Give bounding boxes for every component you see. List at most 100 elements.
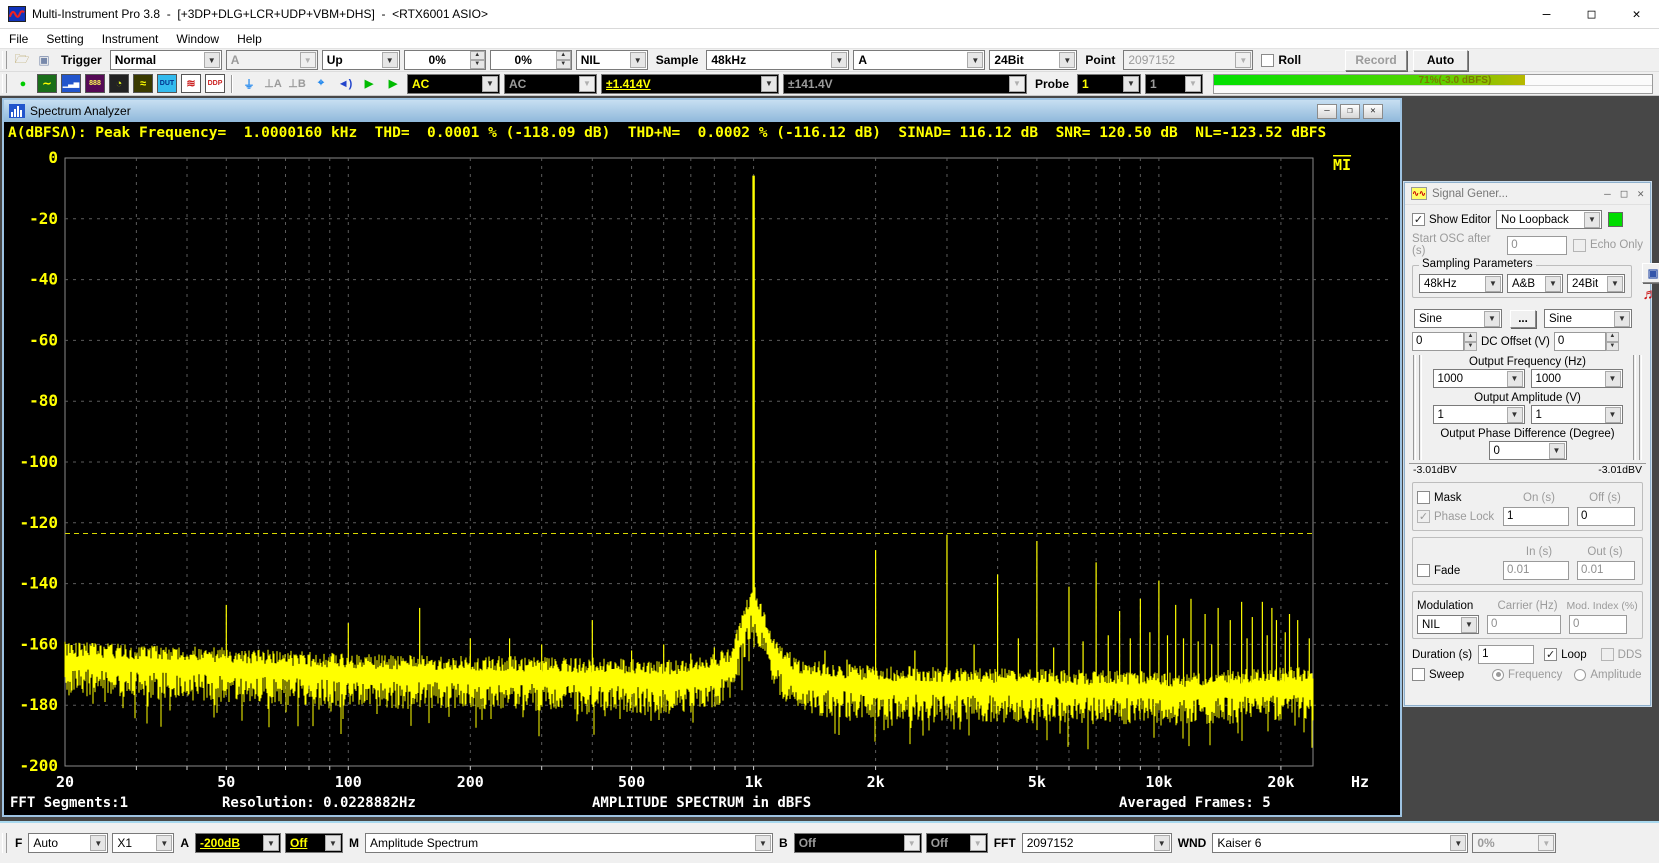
device-under-test-icon[interactable]: DUT: [157, 74, 177, 93]
a-ref-combo[interactable]: Off▼: [285, 833, 343, 853]
amplitude-slider-a[interactable]: [1413, 355, 1416, 460]
spectrum-restore-button[interactable]: ❐: [1340, 104, 1360, 119]
fade-checkbox[interactable]: Fade: [1417, 564, 1503, 577]
menu-file[interactable]: File: [0, 30, 37, 48]
speaker-icon[interactable]: ◄): [335, 74, 355, 93]
music-notes-icon[interactable]: ♬: [1639, 286, 1659, 303]
record-length-combo[interactable]: 2097152▼: [1123, 50, 1253, 70]
start-osc-field[interactable]: 0: [1507, 236, 1567, 255]
signal-generator-title-bar[interactable]: ∿∿ Signal Gener... — □ ✕: [1405, 183, 1650, 205]
range-b-combo[interactable]: ±141.4V▼: [783, 74, 1027, 94]
signal-generator-icon[interactable]: ∼: [37, 74, 57, 93]
roll-checkbox[interactable]: Roll: [1261, 53, 1301, 67]
toolbar-handle[interactable]: [2, 833, 7, 853]
sweep-checkbox[interactable]: Sweep: [1412, 668, 1492, 681]
dc-offset-a-spinner[interactable]: ▲▼: [1464, 332, 1477, 351]
menu-setting[interactable]: Setting: [37, 30, 92, 48]
modulation-type-combo[interactable]: NIL▼: [1417, 615, 1479, 634]
save-file-icon[interactable]: ▣: [34, 51, 54, 69]
coupling-b-combo[interactable]: AC▼: [504, 74, 597, 94]
dc-offset-b-spinner[interactable]: ▲▼: [1606, 332, 1619, 351]
fade-out-field[interactable]: 0.01: [1577, 561, 1635, 580]
amplitude-slider-b[interactable]: [1639, 355, 1642, 460]
mod-index-field[interactable]: 0: [1569, 615, 1627, 634]
maximize-button[interactable]: □: [1569, 0, 1614, 29]
zoom-combo[interactable]: X1▼: [112, 833, 174, 853]
fft-size-combo[interactable]: 2097152▼: [1022, 833, 1172, 853]
open-file-icon[interactable]: 🗁: [12, 51, 32, 69]
sound-pickup-icon[interactable]: ⌖: [311, 74, 331, 93]
sweep-amplitude-radio[interactable]: Amplitude: [1574, 669, 1641, 681]
phase-lock-checkbox[interactable]: ✓Phase Lock: [1417, 510, 1503, 523]
play-loop-icon[interactable]: ▶: [383, 74, 403, 93]
sample-channel-combo[interactable]: A▼: [853, 50, 985, 70]
frequency-b-combo[interactable]: 1000▼: [1531, 369, 1623, 388]
close-button[interactable]: ✕: [1614, 0, 1659, 29]
amplitude-slider-a2[interactable]: [1419, 355, 1422, 460]
toolbar-handle[interactable]: [2, 74, 7, 94]
spectrum-title-bar[interactable]: Spectrum Analyzer — ❐ ✕: [4, 100, 1400, 122]
mask-off-field[interactable]: 0: [1577, 507, 1635, 526]
more-waveform-button[interactable]: ...: [1510, 310, 1536, 328]
phase-combo[interactable]: 0▼: [1489, 441, 1567, 460]
siggen-sample-rate-combo[interactable]: 48kHz▼: [1419, 274, 1503, 293]
oscillator-run-button[interactable]: [1608, 212, 1623, 227]
menu-help[interactable]: Help: [228, 30, 271, 48]
device-test-plan-icon[interactable]: ◔: [109, 74, 129, 93]
fade-in-field[interactable]: 0.01: [1503, 561, 1569, 580]
loop-checkbox[interactable]: ✓Loop: [1544, 648, 1587, 661]
sample-rate-combo[interactable]: 48kHz▼: [706, 50, 849, 70]
amplitude-slider-b2[interactable]: [1633, 355, 1636, 460]
overlap-combo[interactable]: 0%▼: [1472, 833, 1556, 853]
trigger-delay-spinner[interactable]: 0%▲▼: [490, 50, 572, 70]
spectrum-3d-plot-icon[interactable]: ≋: [181, 74, 201, 93]
trigger-level-spinner[interactable]: 0%▲▼: [404, 50, 486, 70]
minimize-button[interactable]: —: [1524, 0, 1569, 29]
spectrum-analyzer-icon[interactable]: ▁▃▅: [61, 74, 81, 93]
waveform-a-combo[interactable]: Sine▼: [1414, 309, 1502, 328]
probe-a-combo[interactable]: 1▼: [1077, 74, 1141, 94]
amplitude-b-combo[interactable]: 1▼: [1531, 405, 1623, 424]
probe-a-icon[interactable]: ⊥A: [263, 74, 283, 93]
a-range-combo[interactable]: -200dB▼: [195, 833, 281, 853]
menu-instrument[interactable]: Instrument: [93, 30, 168, 48]
coupling-a-combo[interactable]: AC▼: [407, 74, 500, 94]
dds-checkbox[interactable]: DDS: [1601, 648, 1642, 661]
b-ref-combo[interactable]: Off▼: [926, 833, 988, 853]
mask-checkbox[interactable]: Mask: [1417, 491, 1503, 504]
hold-off-icon[interactable]: ⏚: [239, 74, 259, 93]
mask-on-field[interactable]: 1: [1503, 507, 1569, 526]
spectrum-minimize-button[interactable]: —: [1317, 104, 1337, 119]
range-a-combo[interactable]: ±1.414V▼: [601, 74, 779, 94]
dc-offset-b-field[interactable]: 0: [1554, 332, 1606, 351]
siggen-maximize-button[interactable]: □: [1621, 187, 1628, 200]
duration-field[interactable]: 1: [1478, 645, 1534, 664]
freq-axis-combo[interactable]: Auto▼: [28, 833, 108, 853]
record-button[interactable]: Record: [1345, 50, 1407, 71]
frequency-a-combo[interactable]: 1000▼: [1433, 369, 1525, 388]
spectrum-close-button[interactable]: ✕: [1363, 104, 1383, 119]
toolbar-handle[interactable]: [2, 51, 7, 70]
siggen-bits-combo[interactable]: 24Bit▼: [1567, 274, 1625, 293]
trigger-mode-combo[interactable]: Normal▼: [110, 50, 222, 70]
show-editor-checkbox[interactable]: ✓Show Editor: [1412, 213, 1491, 226]
carrier-field[interactable]: 0: [1487, 615, 1561, 634]
probe-b-combo[interactable]: 1▼: [1145, 74, 1203, 94]
trigger-source-combo[interactable]: A▼: [226, 50, 318, 70]
auto-button[interactable]: Auto: [1413, 50, 1468, 71]
probe-b-icon[interactable]: ⊥B: [287, 74, 307, 93]
menu-window[interactable]: Window: [167, 30, 228, 48]
waveform-b-combo[interactable]: Sine▼: [1544, 309, 1632, 328]
trigger-edge-combo[interactable]: Up▼: [322, 50, 400, 70]
siggen-minimize-button[interactable]: —: [1604, 187, 1611, 200]
loopback-combo[interactable]: No Loopback▼: [1496, 210, 1602, 229]
window-function-combo[interactable]: Kaiser 6▼: [1212, 833, 1468, 853]
siggen-channels-combo[interactable]: A&B▼: [1507, 274, 1563, 293]
trigger-hpf-combo[interactable]: NIL▼: [576, 50, 648, 70]
sweep-frequency-radio[interactable]: Frequency: [1492, 669, 1562, 681]
dual-display-icon[interactable]: ≈: [133, 74, 153, 93]
siggen-close-button[interactable]: ✕: [1637, 187, 1644, 200]
oscilloscope-run-icon[interactable]: ●: [13, 74, 33, 93]
dc-offset-a-field[interactable]: 0: [1412, 332, 1464, 351]
bit-depth-combo[interactable]: 24Bit▼: [989, 50, 1077, 70]
